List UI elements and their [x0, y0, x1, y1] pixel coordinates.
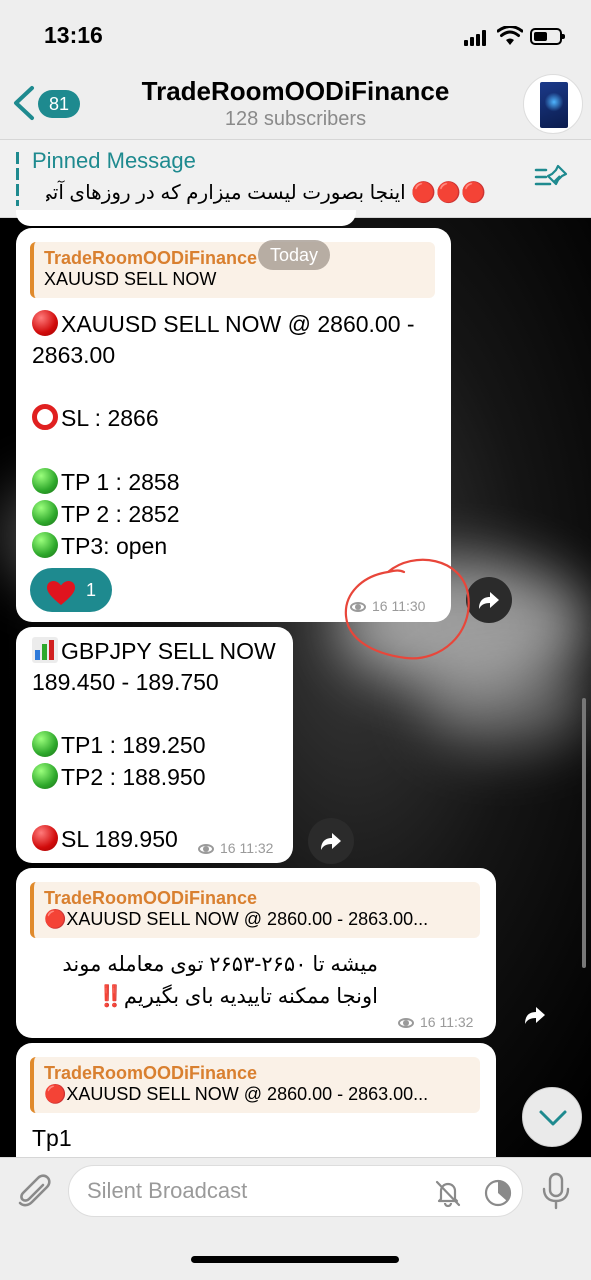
paperclip-icon[interactable] — [15, 1173, 53, 1211]
pinned-text: 🔴🔴🔴 اینجا بصورت لیست میزارم که در روزهای… — [46, 182, 486, 204]
forward-icon — [525, 1007, 545, 1024]
channel-avatar[interactable] — [523, 74, 583, 134]
wifi-icon — [497, 26, 523, 45]
reply-text: XAUUSD SELL NOW — [44, 269, 217, 289]
hollow-red-circle-icon — [32, 404, 58, 430]
green-circle-icon — [32, 532, 58, 558]
message-line: TP2 : 188.950 — [32, 763, 206, 791]
message-line: 2863.00 — [32, 342, 116, 368]
timer-icon[interactable] — [483, 1178, 513, 1208]
message-line: GBPJPY SELL NOW — [32, 637, 276, 665]
message-meta: 16 11:32 — [398, 1014, 473, 1030]
green-circle-icon — [32, 731, 58, 757]
background-blur-shape — [420, 660, 590, 750]
forward-icon — [321, 833, 341, 850]
heart-reaction[interactable]: 1 — [30, 568, 112, 612]
pinned-title: Pinned Message — [32, 148, 196, 173]
eye-icon — [398, 1018, 414, 1029]
message-line: XAUUSD SELL NOW @ 2860.00 - — [32, 310, 415, 338]
reply-preview[interactable]: TradeRoomOODiFinance 🔴XAUUSD SELL NOW @ … — [30, 1057, 480, 1113]
message-input[interactable] — [87, 1166, 407, 1216]
green-circle-icon — [32, 763, 58, 789]
reply-author: TradeRoomOODiFinance — [44, 248, 258, 268]
pinned-indicator — [16, 152, 19, 206]
green-circle-icon — [32, 500, 58, 526]
scroll-down-button[interactable] — [522, 1087, 582, 1147]
chevron-down-icon — [539, 1110, 567, 1126]
annotation-circle — [344, 558, 470, 660]
forward-button[interactable] — [308, 818, 354, 864]
status-time: 13:16 — [44, 22, 103, 48]
heart-icon — [47, 581, 75, 605]
reply-preview[interactable]: TradeRoomOODiFinance 🔴XAUUSD SELL NOW @ … — [30, 882, 480, 938]
reaction-count: 1 — [86, 580, 97, 600]
message-line: TP1 : 189.250 — [32, 731, 206, 759]
message-line: SL : 2866 — [32, 404, 159, 432]
message-line: میشه تا ۲۶۵۰-۲۶۵۳ توی معامله موند — [62, 953, 378, 976]
forward-button[interactable] — [466, 577, 512, 623]
forward-button[interactable] — [512, 992, 558, 1038]
top-bar: 13:16 81 TradeRoomOODiFinance 128 subscr… — [0, 0, 591, 140]
battery-icon — [530, 28, 565, 45]
reply-author: TradeRoomOODiFinance — [44, 888, 258, 908]
scrollbar[interactable] — [582, 698, 586, 968]
pinned-message-bar[interactable]: Pinned Message 🔴🔴🔴 اینجا بصورت لیست میزا… — [0, 140, 591, 218]
message-line: TP 2 : 2852 — [32, 500, 180, 528]
message-bubble[interactable]: TradeRoomOODiFinance 🔴XAUUSD SELL NOW @ … — [16, 868, 496, 1038]
red-circle-icon — [32, 310, 58, 336]
red-circle-icon — [32, 825, 58, 851]
green-circle-icon — [32, 468, 58, 494]
message-line: Tp1 — [32, 1125, 72, 1151]
previous-message-bubble — [16, 210, 356, 226]
eye-icon — [198, 844, 214, 855]
bar-chart-icon — [32, 637, 58, 663]
message-bubble[interactable]: TradeRoomOODiFinance 🔴XAUUSD SELL NOW @ … — [16, 1043, 496, 1173]
bell-off-icon[interactable] — [433, 1178, 463, 1208]
signal-icon — [464, 30, 490, 46]
book-image — [540, 82, 568, 128]
message-input-container[interactable] — [68, 1165, 523, 1217]
message-line: TP 1 : 2858 — [32, 468, 180, 496]
reply-text: 🔴XAUUSD SELL NOW @ 2860.00 - 2863.00... — [44, 909, 429, 929]
message-line: SL 189.950 — [32, 825, 178, 853]
subscriber-count: 128 subscribers — [224, 108, 367, 130]
message-bubble[interactable]: GBPJPY SELL NOW 189.450 - 189.750 TP1 : … — [16, 627, 293, 863]
microphone-icon[interactable] — [540, 1172, 572, 1210]
reply-author: TradeRoomOODiFinance — [44, 1063, 258, 1083]
date-pill: Today — [258, 240, 330, 270]
reply-preview[interactable]: TradeRoomOODiFinance XAUUSD SELL NOW — [30, 242, 435, 298]
forward-icon — [479, 592, 499, 609]
home-indicator — [191, 1256, 399, 1263]
channel-title[interactable]: TradeRoomOODiFinance — [0, 76, 591, 107]
message-meta: 16 11:32 — [198, 840, 273, 856]
pin-list-icon[interactable] — [534, 162, 570, 192]
message-line: 189.450 - 189.750 — [32, 669, 219, 695]
reply-text: 🔴XAUUSD SELL NOW @ 2860.00 - 2863.00... — [44, 1084, 429, 1104]
message-line: اونجا ممکنه تاییدیه بای بگیریم‼️ — [97, 985, 378, 1008]
message-line: TP3: open — [32, 532, 167, 560]
